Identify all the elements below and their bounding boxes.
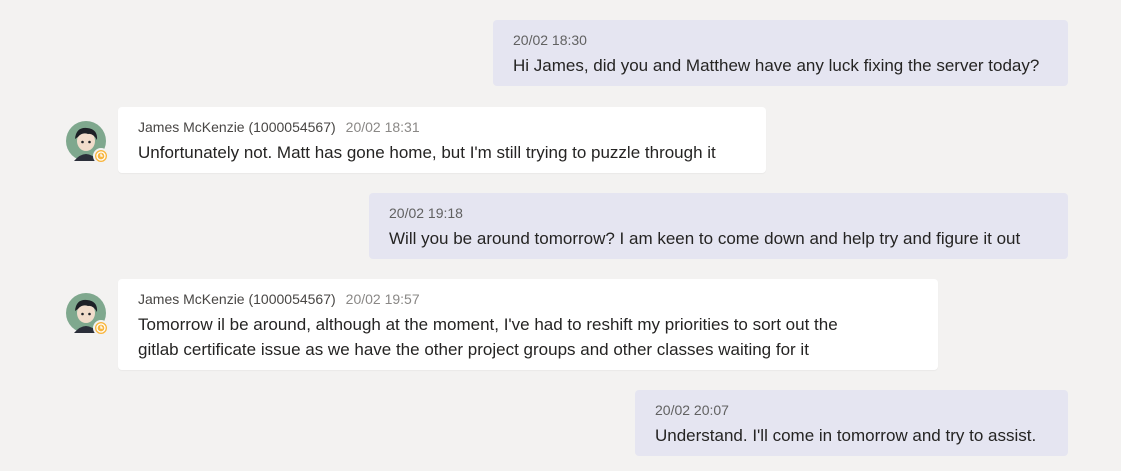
message-timestamp: 20/02 19:18 [389, 205, 463, 221]
message-header: James McKenzie (1000054567) 20/02 18:31 [138, 118, 746, 136]
message-timestamp: 20/02 18:31 [345, 119, 420, 135]
message-text: Hi James, did you and Matthew have any l… [513, 56, 1040, 75]
message-text: Will you be around tomorrow? I am keen t… [389, 229, 1021, 248]
message-timestamp: 20/02 19:57 [345, 291, 420, 307]
sender-name: James McKenzie (1000054567) [138, 119, 336, 135]
sent-message[interactable]: 20/02 19:18 Will you be around tomorrow?… [369, 193, 1068, 259]
received-message[interactable]: James McKenzie (1000054567) 20/02 19:57 T… [118, 279, 938, 370]
message-timestamp: 20/02 18:30 [513, 32, 587, 48]
clock-away-icon [93, 320, 109, 336]
message-text: Tomorrow il be around, although at the m… [138, 312, 918, 362]
message-text: Understand. I'll come in tomorrow and tr… [655, 426, 1037, 445]
message-header: James McKenzie (1000054567) 20/02 19:57 [138, 290, 918, 308]
received-message[interactable]: James McKenzie (1000054567) 20/02 18:31 U… [118, 107, 766, 173]
message-text-line: Tomorrow il be around, although at the m… [138, 315, 838, 334]
sent-message[interactable]: 20/02 20:07 Understand. I'll come in tom… [635, 390, 1068, 456]
message-text: Unfortunately not. Matt has gone home, b… [138, 143, 716, 162]
sent-message[interactable]: 20/02 18:30 Hi James, did you and Matthe… [493, 20, 1068, 86]
avatar[interactable] [66, 121, 109, 164]
avatar[interactable] [66, 293, 109, 336]
message-text-line: gitlab certificate issue as we have the … [138, 340, 809, 359]
sender-name: James McKenzie (1000054567) [138, 291, 336, 307]
clock-away-icon [93, 148, 109, 164]
message-timestamp: 20/02 20:07 [655, 402, 729, 418]
